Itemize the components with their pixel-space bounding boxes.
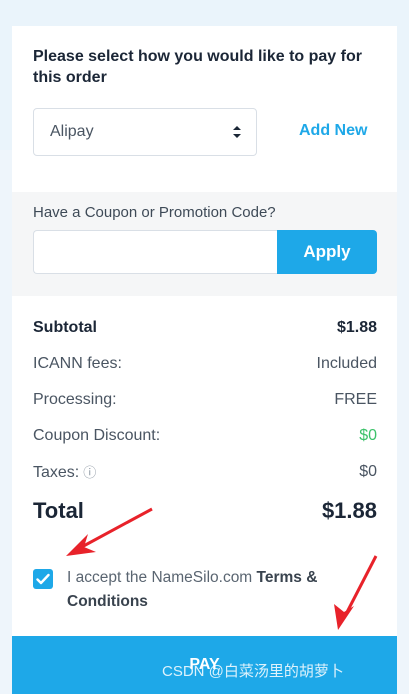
checkmark-icon <box>36 573 50 585</box>
taxes-row: Taxes: ⓘ $0 <box>33 461 377 483</box>
coupon-discount-label: Coupon Discount: <box>33 427 161 444</box>
add-new-link[interactable]: Add New <box>299 122 367 140</box>
subtotal-label: Subtotal <box>33 319 97 336</box>
taxes-value: $0 <box>359 463 377 480</box>
coupon-discount-value: $0 <box>359 427 377 444</box>
total-row: Total $1.88 <box>33 496 377 526</box>
terms-prefix: I accept the NameSilo.com <box>67 569 253 586</box>
subtotal-value: $1.88 <box>336 319 377 336</box>
icann-fees-row: ICANN fees: Included <box>33 353 377 375</box>
payment-heading: Please select how you would like to pay … <box>33 48 362 86</box>
terms-row: I accept the NameSilo.com Terms & Condit… <box>33 566 363 614</box>
payment-method-value: Alipay <box>50 123 94 140</box>
help-icon[interactable]: ⓘ <box>83 465 96 480</box>
taxes-label-group: Taxes: ⓘ <box>33 462 96 482</box>
watermark-text: CSDN @白菜汤里的胡萝卜 <box>162 663 344 680</box>
total-label: Total <box>33 498 84 523</box>
apply-button[interactable]: Apply <box>277 230 377 274</box>
subtotal-row: Subtotal $1.88 <box>33 317 377 339</box>
terms-text: I accept the NameSilo.com Terms & Condit… <box>67 566 363 614</box>
coupon-section: Have a Coupon or Promotion Code? Apply <box>12 192 397 296</box>
processing-label: Processing: <box>33 391 117 408</box>
coupon-label: Have a Coupon or Promotion Code? <box>33 204 276 221</box>
select-arrows-icon <box>233 126 241 138</box>
coupon-input[interactable] <box>33 230 277 274</box>
icann-fees-label: ICANN fees: <box>33 355 122 372</box>
processing-value: FREE <box>334 391 377 408</box>
terms-checkbox[interactable] <box>33 569 53 589</box>
payment-method-select[interactable]: Alipay <box>33 108 257 156</box>
coupon-discount-row: Coupon Discount: $0 <box>33 425 377 447</box>
taxes-label: Taxes: <box>33 464 80 481</box>
total-value: $1.88 <box>321 498 377 523</box>
icann-fees-value: Included <box>316 355 378 372</box>
processing-row: Processing: FREE <box>33 389 377 411</box>
payment-card: Please select how you would like to pay … <box>12 26 397 694</box>
